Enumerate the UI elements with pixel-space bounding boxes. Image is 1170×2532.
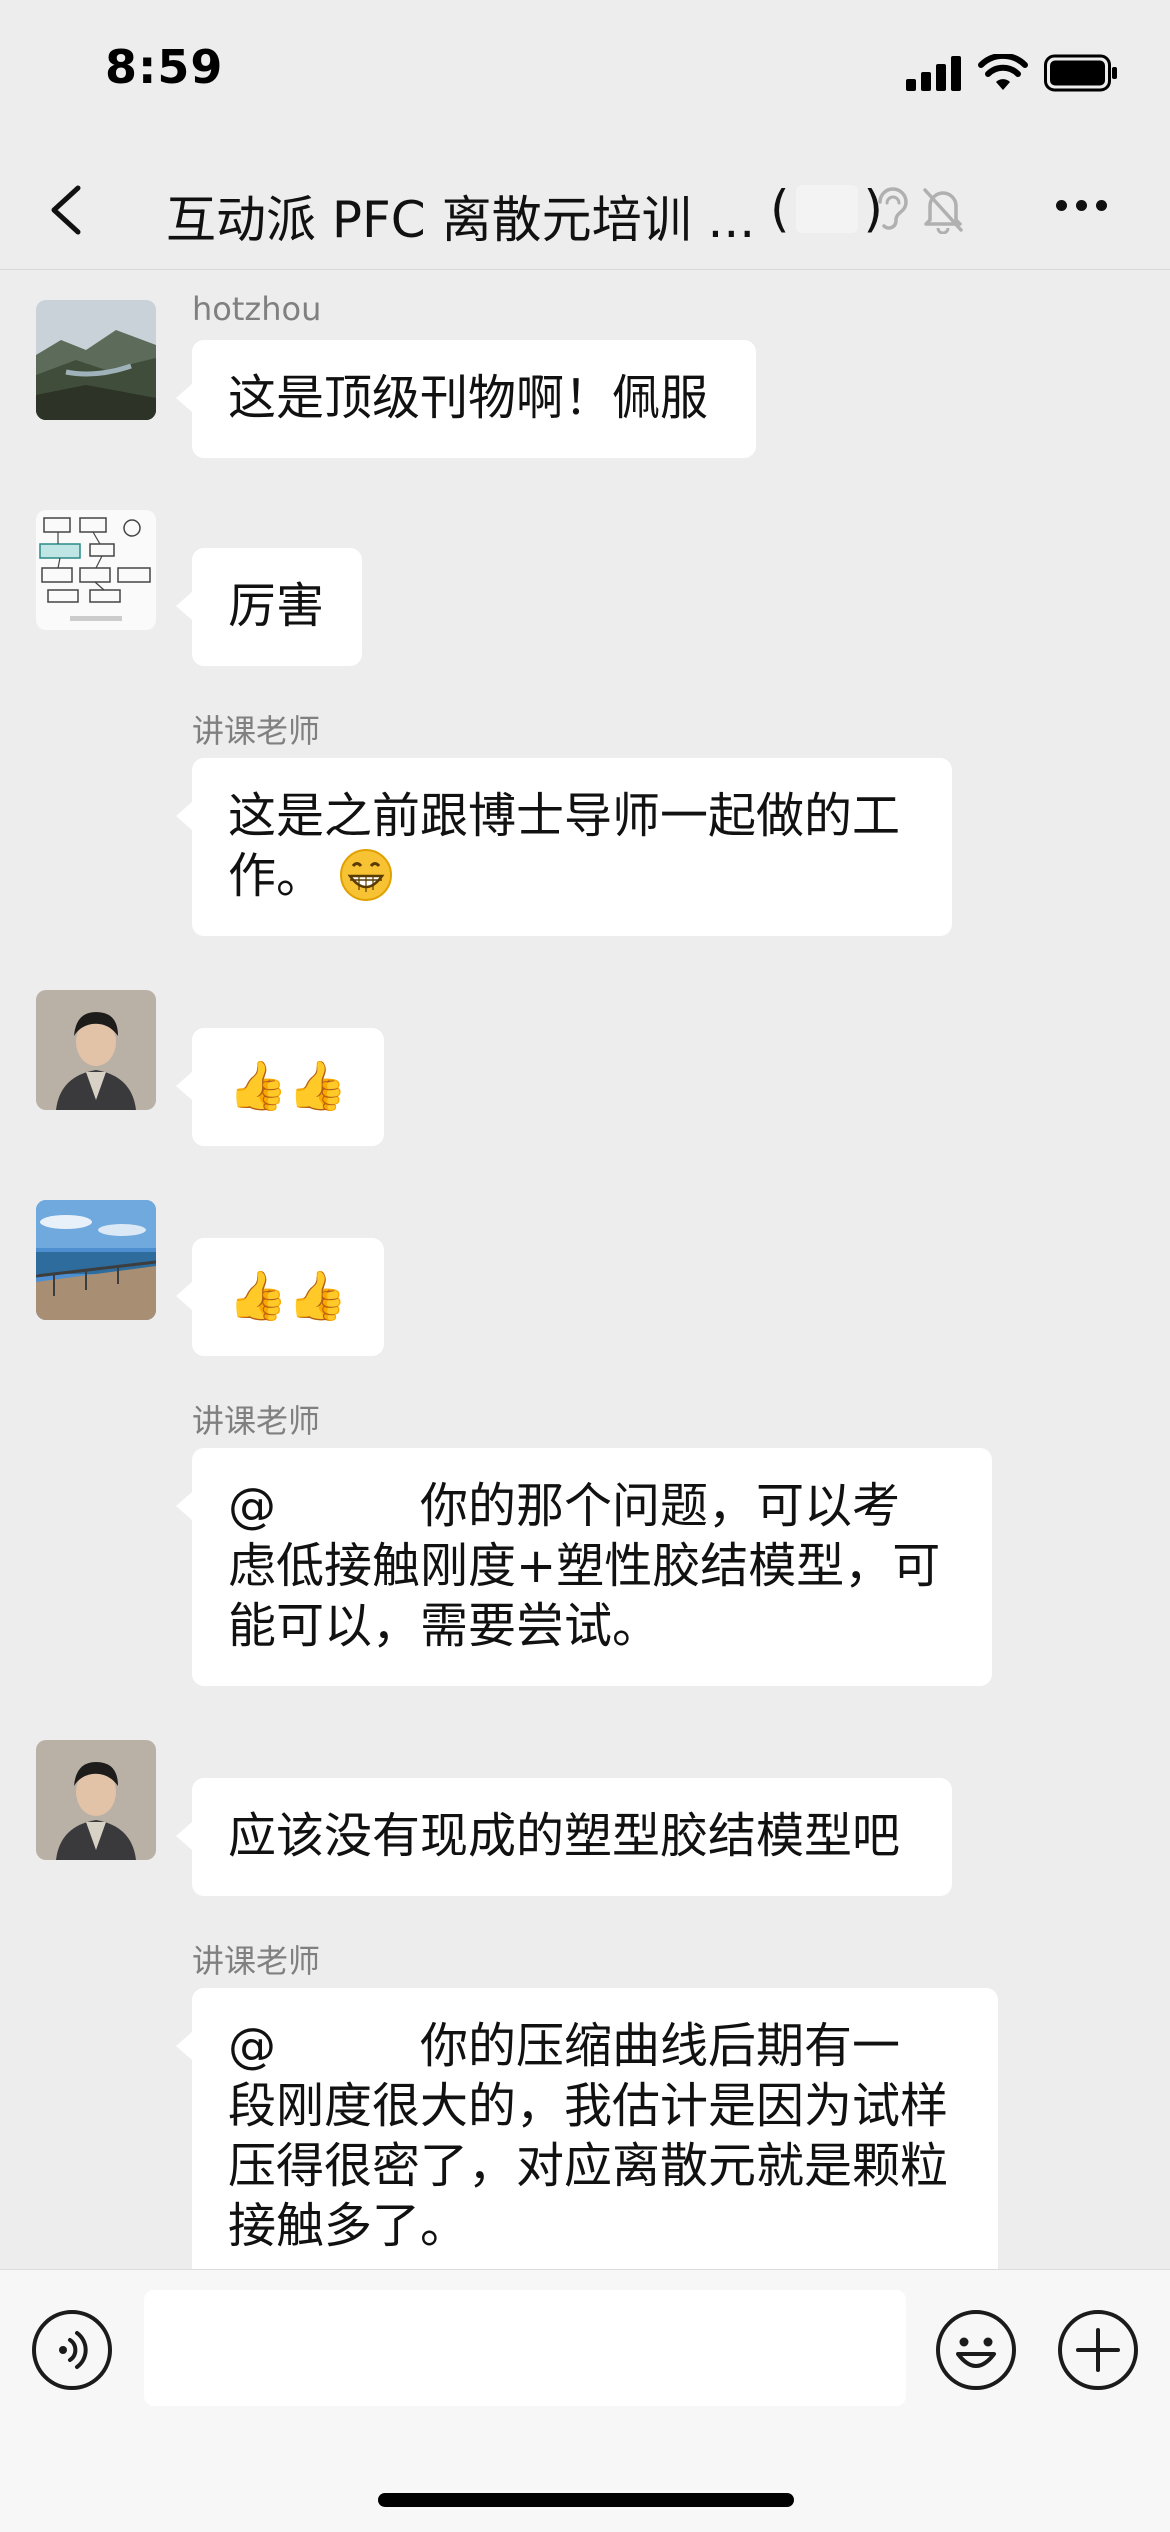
avatar-flowchart-image bbox=[36, 510, 156, 630]
chevron-left-icon[interactable] bbox=[38, 178, 98, 242]
message-text-line: 虑低接触刚度+塑性胶结模型，可 bbox=[228, 1538, 941, 1594]
bell-off-icon bbox=[923, 188, 963, 234]
message-input[interactable] bbox=[144, 2290, 906, 2406]
message-text-line: 接触多了。 bbox=[228, 2198, 469, 2254]
sender-name: 讲课老师 bbox=[192, 1402, 321, 1440]
message-text: 这是顶级刊物啊！佩服 bbox=[228, 370, 709, 426]
message-text-line: 你的压缩曲线后期有一 bbox=[420, 2018, 901, 2074]
message-bubble[interactable]: 厉害 bbox=[176, 548, 362, 666]
avatar-landscape-image bbox=[36, 300, 156, 420]
ear-icon bbox=[878, 187, 908, 230]
plus-icon[interactable] bbox=[1056, 2308, 1140, 2392]
message-bubble[interactable]: @ 你的压缩曲线后期有一 段刚度很大的，我估计是因为试样 压得很密了，对应离散元… bbox=[176, 1988, 998, 2269]
sender-name: hotzhou bbox=[192, 290, 322, 328]
message-text-line: 压得很密了，对应离散元就是颗粒 bbox=[228, 2138, 949, 2194]
message-bubble[interactable]: 这是顶级刊物啊！佩服 bbox=[176, 340, 756, 458]
wechat-group-chat-screen: 8:59 互动派 PFC 离散元培训 ... () hotzhou 这是顶级刊… bbox=[0, 0, 1170, 2532]
message-bubble[interactable]: @ 你的那个问题，可以考 虑低接触刚度+塑性胶结模型，可 能可以，需要尝试。 bbox=[176, 1448, 992, 1686]
message-bubble[interactable]: 👍👍 bbox=[176, 1238, 384, 1356]
message-text-line: 段刚度很大的，我估计是因为试样 bbox=[228, 2078, 949, 2134]
redacted-count bbox=[795, 185, 858, 233]
battery-icon bbox=[1044, 54, 1117, 92]
more-icon[interactable] bbox=[1056, 200, 1107, 211]
avatar-member[interactable] bbox=[36, 990, 156, 1110]
redacted-name bbox=[276, 1476, 421, 1536]
status-bar: 8:59 bbox=[0, 0, 1170, 150]
cellular-signal-icon bbox=[906, 56, 961, 91]
voice-icon[interactable] bbox=[30, 2308, 114, 2392]
mention[interactable]: @ bbox=[228, 1478, 276, 1534]
message-text: 厉害 bbox=[228, 578, 325, 634]
grinning-face-icon bbox=[340, 849, 393, 901]
sender-name: 讲课老师 bbox=[192, 1942, 321, 1980]
avatar-member[interactable] bbox=[36, 1740, 156, 1860]
home-indicator[interactable] bbox=[378, 2493, 794, 2507]
message-text-line: 这是之前跟博士导师一起做的工 bbox=[228, 788, 901, 844]
avatar-portrait-image bbox=[36, 1740, 156, 1860]
wifi-icon bbox=[978, 54, 1028, 90]
member-count-open: ( bbox=[770, 180, 790, 238]
message-bubble[interactable]: 这是之前跟博士导师一起做的工 作。 bbox=[176, 758, 952, 936]
chat-title[interactable]: 互动派 PFC 离散元培训 ... bbox=[166, 180, 755, 252]
status-icons bbox=[906, 50, 1118, 96]
redacted-name bbox=[276, 2016, 421, 2076]
status-time: 8:59 bbox=[105, 40, 224, 94]
sender-name: 讲课老师 bbox=[192, 712, 321, 750]
emoji-icon[interactable] bbox=[934, 2308, 1018, 2392]
chat-header: 互动派 PFC 离散元培训 ... ( ) bbox=[0, 150, 1170, 270]
message-bubble[interactable]: 应该没有现成的塑型胶结模型吧 bbox=[176, 1778, 952, 1896]
member-count: ( ) bbox=[770, 180, 883, 238]
message-text-line: 作。 bbox=[228, 848, 325, 904]
message-text-line: 你的那个问题，可以考 bbox=[420, 1478, 901, 1534]
avatar-member[interactable] bbox=[36, 1200, 156, 1320]
avatar-member[interactable] bbox=[36, 510, 156, 630]
mention[interactable]: @ bbox=[228, 2018, 276, 2074]
message-bubble[interactable]: 👍👍 bbox=[176, 1028, 384, 1146]
thumbs-up-emoji: 👍👍 bbox=[228, 1268, 348, 1324]
message-text-line: 能可以，需要尝试。 bbox=[228, 1598, 661, 1654]
avatar-portrait-image bbox=[36, 990, 156, 1110]
message-list: hotzhou 这是顶级刊物啊！佩服 厉害 讲课老师 这是之前跟博士导师一起做的… bbox=[0, 270, 1170, 2269]
message-text: 应该没有现成的塑型胶结模型吧 bbox=[228, 1808, 901, 1864]
avatar-hotzhou[interactable] bbox=[36, 300, 156, 420]
avatar-seaside-image bbox=[36, 1200, 156, 1320]
thumbs-up-emoji: 👍👍 bbox=[228, 1058, 348, 1114]
